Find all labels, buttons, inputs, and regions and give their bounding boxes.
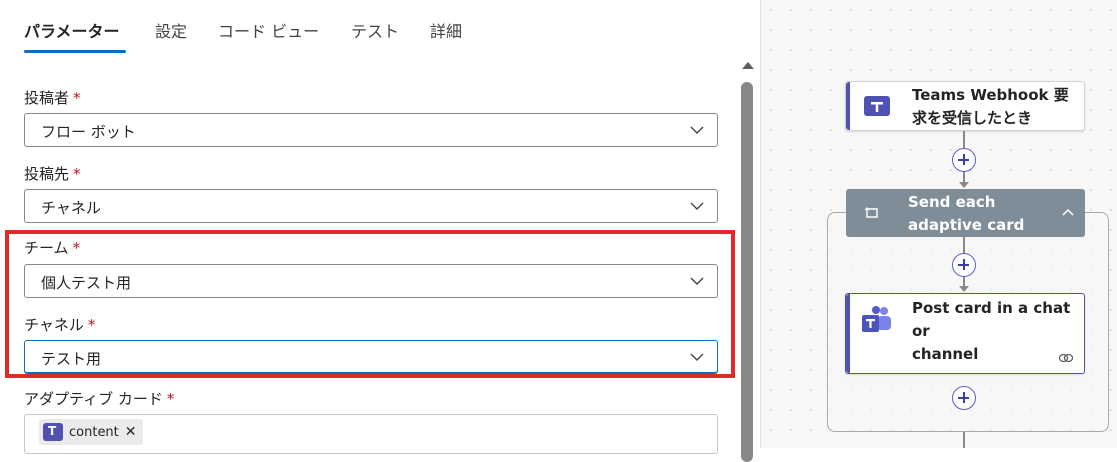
post-in-label: 投稿先 * — [24, 163, 81, 184]
required-marker: * — [73, 89, 81, 107]
teams-icon — [864, 96, 890, 116]
connector-line — [963, 432, 965, 448]
adaptive-card-label: アダプティブ カード * — [24, 388, 174, 409]
loop-title-line1: Send each — [908, 193, 996, 211]
chevron-down-icon — [690, 126, 704, 134]
post-in-value: チャネル — [41, 199, 101, 217]
tab-parameters[interactable]: パラメーター — [24, 18, 120, 42]
tab-settings[interactable]: 設定 — [155, 18, 187, 42]
chevron-up-icon[interactable] — [1061, 207, 1075, 217]
parameters-panel: パラメーター 設定 コード ビュー テスト 詳細 投稿者 * フロー ボット 投稿… — [0, 0, 760, 462]
teams-icon — [43, 423, 63, 441]
post-in-label-text: 投稿先 — [24, 165, 70, 183]
trigger-title: Teams Webhook 要 求を受信したとき — [912, 84, 1069, 130]
tab-details[interactable]: 詳細 — [430, 18, 462, 42]
poster-label-text: 投稿者 — [24, 89, 70, 107]
scroll-up-icon[interactable] — [742, 62, 754, 69]
trigger-title-line2: 求を受信したとき — [912, 109, 1033, 127]
highlight-annotation — [5, 230, 735, 378]
trigger-title-line1: Teams Webhook 要 — [912, 86, 1069, 104]
flow-canvas[interactable]: Teams Webhook 要 求を受信したとき Send each adapt… — [761, 0, 1117, 448]
connector-line — [963, 277, 965, 286]
arrow-icon — [959, 182, 969, 188]
required-marker: * — [73, 165, 81, 183]
content-token[interactable]: content ✕ — [39, 419, 143, 445]
chevron-down-icon — [690, 202, 704, 210]
post-in-dropdown[interactable]: チャネル — [24, 189, 718, 223]
tab-test[interactable]: テスト — [351, 18, 399, 42]
add-step-button[interactable] — [952, 148, 976, 172]
poster-dropdown[interactable]: フロー ボット — [24, 113, 718, 147]
action-title-line1: Post card in a chat or — [912, 299, 1071, 340]
arrow-icon — [959, 286, 969, 292]
loop-title-line2: adaptive card — [908, 216, 1025, 234]
adaptive-card-input[interactable]: content ✕ — [24, 414, 718, 454]
poster-value: フロー ボット — [41, 123, 136, 141]
post-card-action[interactable]: Post card in a chat or channel — [845, 293, 1085, 374]
active-tab-indicator — [24, 50, 126, 53]
tab-code-view[interactable]: コード ビュー — [218, 18, 319, 42]
scrollbar[interactable] — [740, 58, 754, 462]
scroll-thumb[interactable] — [741, 82, 753, 462]
adaptive-card-label-text: アダプティブ カード — [24, 390, 163, 408]
loop-icon — [864, 207, 878, 218]
loop-header[interactable]: Send each adaptive card — [846, 189, 1085, 237]
required-marker: * — [166, 390, 175, 408]
poster-label: 投稿者 * — [24, 87, 81, 108]
trigger-card[interactable]: Teams Webhook 要 求を受信したとき — [845, 81, 1085, 131]
card-accent — [846, 82, 850, 130]
connector-line — [963, 131, 965, 148]
loop-title: Send each adaptive card — [908, 191, 1024, 237]
add-step-button[interactable] — [952, 386, 976, 410]
token-label: content — [69, 424, 119, 440]
close-icon[interactable]: ✕ — [125, 425, 137, 439]
teams-icon — [862, 306, 891, 332]
add-step-button[interactable] — [952, 253, 976, 277]
link-icon — [1058, 353, 1074, 363]
card-accent — [846, 294, 850, 373]
connector-line — [963, 237, 965, 253]
connector-line — [963, 172, 965, 182]
